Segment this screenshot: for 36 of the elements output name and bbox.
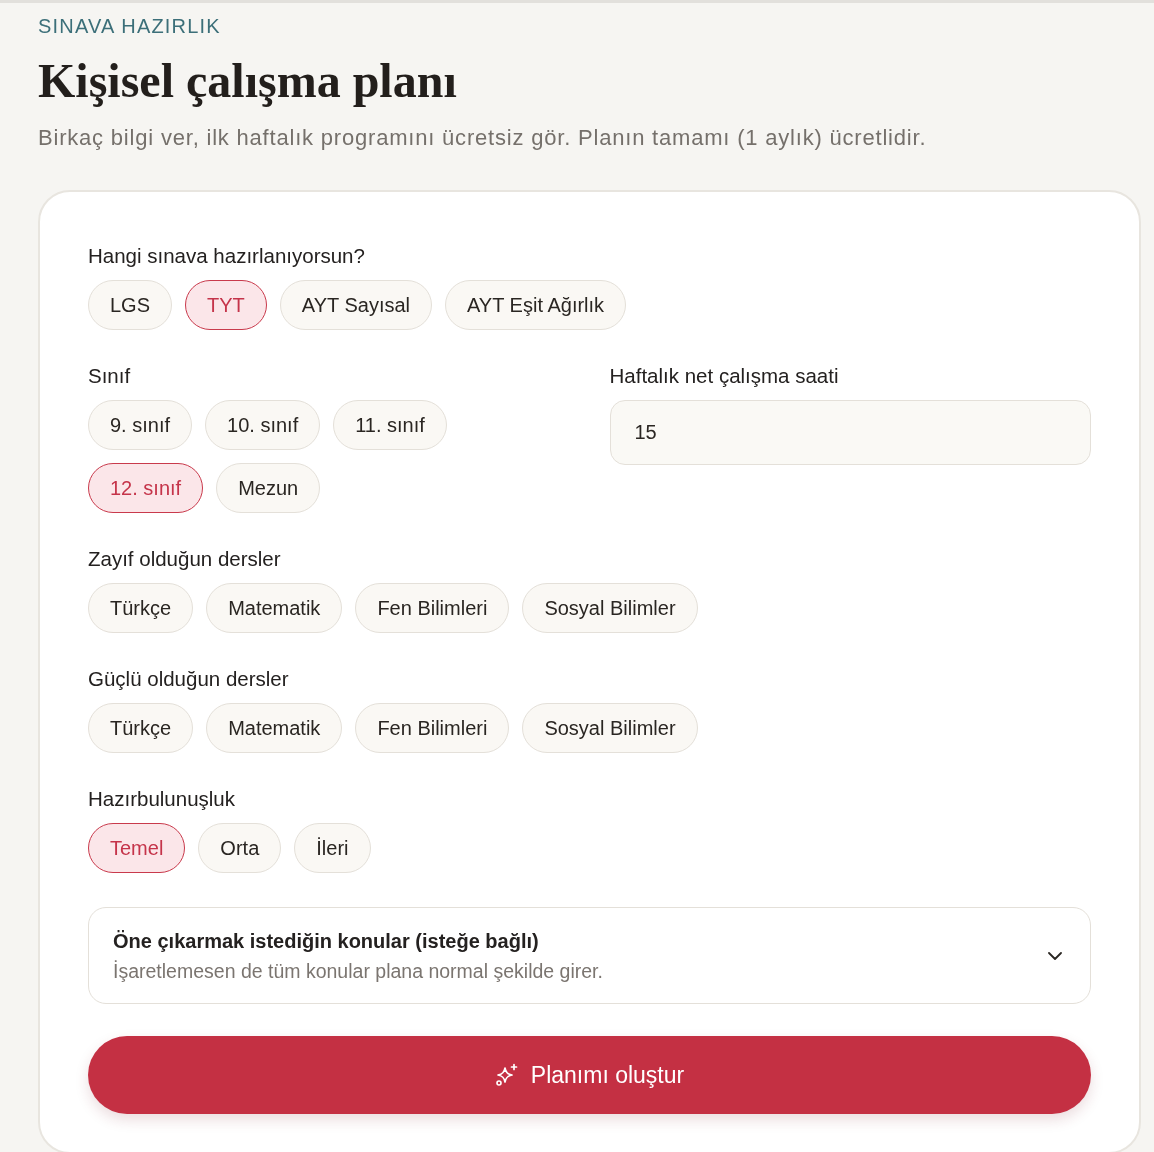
field-label: Haftalık net çalışma saati <box>609 364 839 388</box>
option-chip[interactable]: İleri <box>294 823 371 873</box>
field-label: Sınıf <box>88 364 131 388</box>
option-chip[interactable]: Orta <box>198 823 282 873</box>
topics-accordion[interactable]: Öne çıkarmak istediğin konular (isteğe bağlı) İşaretlemesen de tüm konular plana normal şekilde girer. <box>88 907 1091 1004</box>
sparkle-icon <box>494 1063 519 1087</box>
page-subtitle: Birkaç bilgi ver, ilk haftalık programını ücretsiz gör. Planın tamamı (1 aylık) ücretlidir. <box>38 124 927 152</box>
create-plan-button[interactable]: Planımı oluştur <box>88 1036 1091 1114</box>
option-chip[interactable]: AYT Sayısal <box>279 280 432 330</box>
option-chip[interactable]: Sosyal Bilimler <box>522 703 698 753</box>
page-title: Kişisel çalışma planı <box>38 54 457 108</box>
field-label: Hazırbulunuşluk <box>88 787 235 811</box>
option-chip[interactable]: Fen Bilimleri <box>355 583 510 633</box>
accordion-description: İşaretlemesen de tüm konular plana normal şekilde girer. <box>113 958 603 984</box>
option-chip[interactable]: Mezun <box>216 463 321 513</box>
option-chip[interactable]: Türkçe <box>88 703 194 753</box>
option-chip[interactable]: TYT <box>185 280 267 330</box>
option-chip[interactable]: 12. sınıf <box>88 463 204 513</box>
option-chip[interactable]: Türkçe <box>88 583 194 633</box>
option-chip[interactable]: LGS <box>88 280 173 330</box>
accordion-title: Öne çıkarmak istediğin konular (isteğe bağlı) <box>113 928 539 954</box>
option-chip[interactable]: Matematik <box>206 583 343 633</box>
option-chip[interactable]: AYT Eşit Ağırlık <box>445 280 627 330</box>
option-chip[interactable]: Fen Bilimleri <box>355 703 510 753</box>
option-chip[interactable]: Temel <box>88 823 186 873</box>
field-label: Zayıf olduğun dersler <box>88 547 281 571</box>
hours-input-field[interactable]: 15 <box>609 400 1091 465</box>
option-chip[interactable]: Matematik <box>206 703 343 753</box>
option-chip[interactable]: 11. sınıf <box>333 400 447 450</box>
option-chip[interactable]: 10. sınıf <box>205 400 321 450</box>
chevron-down-icon <box>1048 951 1062 960</box>
option-chip[interactable]: 9. sınıf <box>88 400 193 450</box>
field-label: Güçlü olduğun dersler <box>88 667 289 691</box>
option-chip[interactable]: Sosyal Bilimler <box>522 583 698 633</box>
field-label: Hangi sınava hazırlanıyorsun? <box>88 244 365 268</box>
eyebrow-label: SINAVA HAZIRLIK <box>38 14 221 39</box>
